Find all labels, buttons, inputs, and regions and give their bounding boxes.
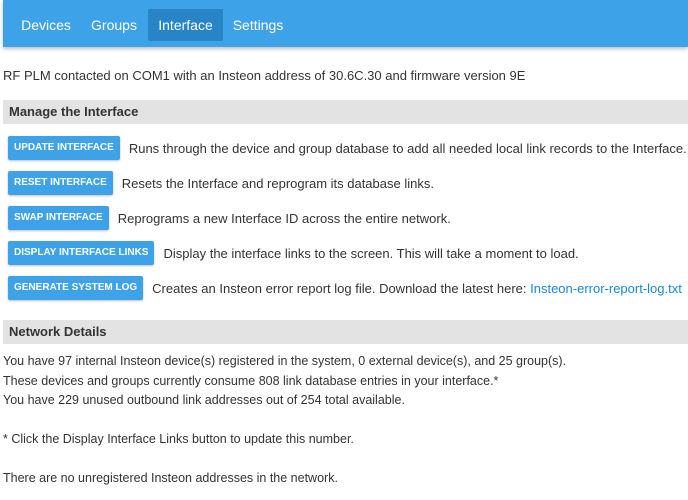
plm-status-text: RF PLM contacted on COM1 with an Insteon… <box>3 68 526 83</box>
manage-section-header: Manage the Interface <box>3 100 688 124</box>
reset-interface-description: Resets the Interface and reprogram its d… <box>121 175 434 191</box>
network-details: You have 97 internal Insteon device(s) r… <box>3 352 566 489</box>
generate-system-log-button[interactable]: GENERATE SYSTEM LOG <box>8 276 144 300</box>
top-navbar: Devices Groups Interface Settings <box>3 0 688 47</box>
error-report-log-link[interactable]: Insteon-error-report-log.txt <box>530 281 682 296</box>
network-section-header: Network Details <box>3 320 688 344</box>
link-consumption-text: These devices and groups currently consu… <box>3 373 499 388</box>
unused-links-text: You have 229 unused outbound link addres… <box>3 393 405 407</box>
action-row-reset: RESET INTERFACE Resets the Interface and… <box>8 171 434 195</box>
unregistered-addresses-text: There are no unregistered Insteon addres… <box>3 471 338 485</box>
system-log-description-text: Creates an Insteon error report log file… <box>152 280 527 296</box>
nav-settings[interactable]: Settings <box>227 9 289 41</box>
update-interface-button[interactable]: UPDATE INTERFACE <box>8 136 120 160</box>
update-interface-description: Runs through the device and group databa… <box>128 140 687 156</box>
action-row-display-links: DISPLAY INTERFACE LINKS Display the inte… <box>8 241 579 265</box>
footnote-text: * Click the Display Interface Links butt… <box>3 432 354 446</box>
device-count-text: You have 97 internal Insteon device(s) r… <box>3 354 567 368</box>
action-row-swap: SWAP INTERFACE Reprograms a new Interfac… <box>8 206 451 230</box>
swap-interface-description: Reprograms a new Interface ID across the… <box>117 210 451 226</box>
reset-interface-button[interactable]: RESET INTERFACE <box>8 171 113 195</box>
generate-system-log-description: Creates an Insteon error report log file… <box>152 281 682 296</box>
swap-interface-button[interactable]: SWAP INTERFACE <box>8 206 109 230</box>
nav-devices[interactable]: Devices <box>13 9 79 41</box>
display-interface-links-button[interactable]: DISPLAY INTERFACE LINKS <box>8 241 155 265</box>
action-row-system-log: GENERATE SYSTEM LOG Creates an Insteon e… <box>8 276 682 300</box>
action-row-update: UPDATE INTERFACE Runs through the device… <box>8 136 687 160</box>
nav-groups[interactable]: Groups <box>83 9 145 41</box>
display-interface-links-description: Display the interface links to the scree… <box>163 245 579 261</box>
nav-interface[interactable]: Interface <box>148 9 223 41</box>
